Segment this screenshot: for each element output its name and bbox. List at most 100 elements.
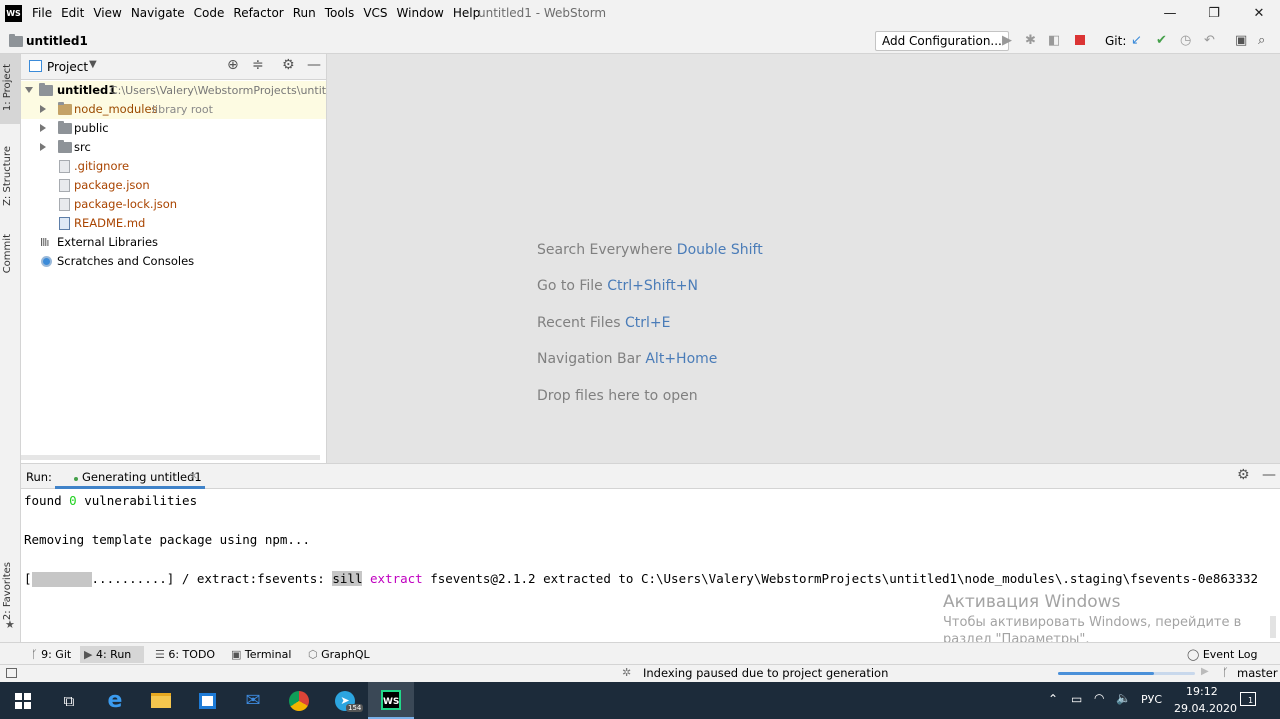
toggle-tool-windows-icon[interactable] [6, 668, 17, 678]
expanded-arrow-icon[interactable] [25, 87, 33, 93]
editor-empty-area[interactable]: Search Everywhere Double Shift Go to Fil… [326, 54, 1280, 463]
windows-start-icon[interactable] [0, 682, 46, 719]
coverage-icon[interactable]: ◧ [1048, 33, 1060, 48]
hide-icon[interactable]: — [307, 57, 321, 73]
close-tab-icon[interactable]: × [189, 469, 198, 482]
tab-git[interactable]: ᚴ 9: Git [27, 646, 75, 663]
gear-icon[interactable]: ⚙ [1237, 467, 1250, 483]
tree-item-gitignore[interactable]: .gitignore [21, 157, 326, 176]
collapsed-arrow-icon[interactable] [40, 143, 46, 151]
hint-drop-files: Drop files here to open [537, 388, 698, 404]
run-icon[interactable]: ▶ [1002, 33, 1012, 48]
search-icon[interactable]: ⌕ [1258, 33, 1265, 48]
chevron-up-icon[interactable]: ⌃ [1048, 692, 1058, 706]
close-button[interactable]: ✕ [1236, 3, 1280, 25]
webstorm-taskbar-icon[interactable]: WS [368, 682, 414, 719]
tree-item-public[interactable]: public [21, 119, 326, 138]
chevron-down-icon[interactable]: ▼ [89, 59, 97, 70]
maximize-button[interactable]: ❐ [1191, 3, 1237, 25]
debug-icon[interactable]: ✱ [1025, 33, 1036, 48]
tab-todo[interactable]: ☰ 6: TODO [151, 646, 219, 663]
menu-vcs[interactable]: VCS [363, 6, 387, 20]
tree-item-package-lock-json[interactable]: package-lock.json [21, 195, 326, 214]
run-tab-generating[interactable]: Generating untitled1 × [55, 464, 205, 489]
console-scrollbar[interactable] [1270, 616, 1276, 638]
menu-run[interactable]: Run [293, 6, 316, 20]
clock-time[interactable]: 19:12 [1186, 685, 1218, 698]
tree-item-readme[interactable]: README.md [21, 214, 326, 233]
gear-icon[interactable]: ⚙ [282, 57, 295, 73]
horizontal-scrollbar[interactable] [21, 455, 320, 460]
volume-icon[interactable]: 🔈 [1116, 691, 1131, 705]
tree-item-src[interactable]: src [21, 138, 326, 157]
left-tool-strip: 1: Project Z: Structure Commit 2: Favori… [0, 54, 21, 642]
telegram-badge: 154 [346, 704, 364, 712]
menu-refactor[interactable]: Refactor [233, 6, 283, 20]
menu-help[interactable]: Help [453, 6, 480, 20]
file-explorer-icon[interactable] [138, 682, 184, 719]
project-tool-tab[interactable]: 1: Project [2, 64, 13, 111]
chrome-icon[interactable] [276, 682, 322, 719]
star-icon: ★ [5, 618, 15, 631]
git-commit-icon[interactable]: ✔ [1156, 33, 1167, 48]
tab-event-log[interactable]: ◯ Event Log [1183, 646, 1261, 663]
minimize-button[interactable]: — [1147, 3, 1193, 25]
navigation-bar: untitled1 Add Configuration... ▶ ✱ ◧ Git… [0, 28, 1280, 54]
collapsed-arrow-icon[interactable] [40, 124, 46, 132]
tree-item-scratches[interactable]: Scratches and Consoles [21, 252, 326, 271]
hint-search-everywhere: Search Everywhere Double Shift [537, 242, 763, 258]
favorites-tool-tab[interactable]: 2: Favorites [2, 562, 13, 620]
menu-window[interactable]: Window [397, 6, 444, 20]
tree-item-package-json[interactable]: package.json [21, 176, 326, 195]
hint-go-to-file: Go to File Ctrl+Shift+N [537, 278, 698, 294]
json-file-icon [59, 179, 70, 192]
wifi-icon[interactable]: ◠ [1094, 691, 1104, 705]
tree-root-untitled1[interactable]: untitled1 C:\Users\Valery\WebstormProjec… [21, 81, 343, 100]
project-view-selector[interactable]: Project [47, 60, 88, 74]
hide-icon[interactable]: — [1262, 467, 1276, 483]
tab-run[interactable]: ▶ 4: Run [80, 646, 144, 663]
presentation-icon[interactable]: ▣ [1235, 33, 1247, 48]
clock-date[interactable]: 29.04.2020 [1174, 702, 1237, 715]
menu-navigate[interactable]: Navigate [131, 6, 185, 20]
git-rollback-icon[interactable]: ↶ [1204, 33, 1215, 48]
menu-file[interactable]: File [32, 6, 52, 20]
language-indicator[interactable]: РУС [1141, 693, 1162, 706]
status-bar: ✲ Indexing paused due to project generat… [0, 664, 1280, 682]
watermark-line1: Чтобы активировать Windows, перейдите в [943, 615, 1242, 630]
menu-code[interactable]: Code [194, 6, 225, 20]
git-branch[interactable]: master [1237, 666, 1278, 680]
mail-icon[interactable]: ✉ [230, 682, 276, 719]
run-tab-label: Generating untitled1 [82, 470, 202, 484]
collapsed-arrow-icon[interactable] [40, 105, 46, 113]
git-update-icon[interactable]: ↙ [1131, 33, 1142, 48]
tab-graphql[interactable]: ⬡ GraphQL [304, 646, 374, 663]
collapse-all-icon[interactable]: ≑ [252, 57, 264, 73]
store-icon[interactable] [184, 682, 230, 719]
git-history-icon[interactable]: ◷ [1180, 33, 1191, 48]
play-icon[interactable]: ▶ [1201, 666, 1209, 677]
menu-tools[interactable]: Tools [325, 6, 355, 20]
stop-icon[interactable] [1075, 35, 1085, 45]
terminal-icon: ▣ [231, 648, 245, 661]
menu-edit[interactable]: Edit [61, 6, 84, 20]
breadcrumb-project[interactable]: untitled1 [26, 34, 88, 48]
commit-tool-tab[interactable]: Commit [2, 234, 13, 273]
telegram-icon[interactable]: ➤ 154 [322, 682, 368, 719]
structure-tool-tab[interactable]: Z: Structure [2, 146, 13, 206]
tree-item-label: node_modules [74, 102, 158, 116]
menu-view[interactable]: View [93, 6, 121, 20]
tree-item-label: .gitignore [74, 159, 130, 173]
tree-item-node-modules[interactable]: node_modules library root [21, 100, 326, 119]
edge-icon[interactable]: e [92, 682, 138, 719]
notifications-icon[interactable]: 1 [1240, 692, 1256, 706]
console-line-removing: Removing template package using npm... [24, 532, 310, 547]
locate-icon[interactable]: ⊕ [227, 57, 239, 73]
add-configuration-button[interactable]: Add Configuration... [875, 31, 1009, 51]
git-branch-icon: ᚴ [1222, 666, 1229, 679]
task-view-icon[interactable]: ⧉ [46, 682, 92, 719]
graphql-icon: ⬡ [308, 648, 322, 661]
tree-item-external-libraries[interactable]: Illı External Libraries [21, 233, 326, 252]
battery-icon[interactable]: ▭ [1071, 692, 1082, 706]
tab-terminal[interactable]: ▣ Terminal [227, 646, 295, 663]
